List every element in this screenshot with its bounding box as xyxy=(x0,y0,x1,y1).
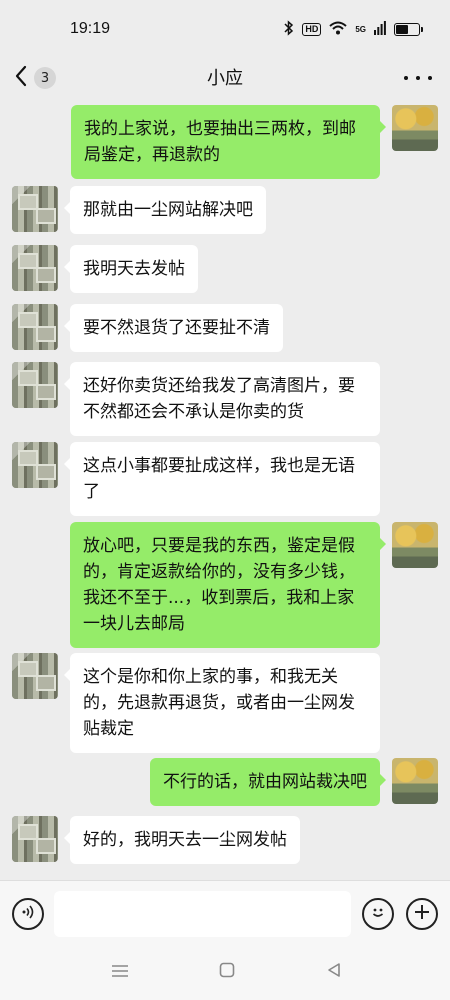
chat-title: 小应 xyxy=(207,68,243,89)
coins-avatar-image xyxy=(12,816,58,862)
status-bar: 19:19 HD 5G xyxy=(0,0,450,58)
tree-avatar-image xyxy=(392,105,438,151)
system-navigation-bar xyxy=(0,946,450,1000)
my-avatar[interactable] xyxy=(392,522,438,568)
message-bubble[interactable]: 好的，我明天去一尘网发帖 xyxy=(64,816,300,864)
status-icons: HD 5G xyxy=(284,19,423,39)
coins-avatar-image xyxy=(12,362,58,408)
contact-avatar[interactable] xyxy=(12,653,58,699)
plus-icon xyxy=(413,903,431,926)
my-avatar[interactable] xyxy=(392,105,438,151)
battery-icon xyxy=(394,22,423,36)
contact-avatar[interactable] xyxy=(12,245,58,291)
coins-avatar-image xyxy=(12,304,58,350)
more-options-button[interactable] xyxy=(404,66,432,90)
contact-avatar[interactable] xyxy=(12,816,58,862)
hd-badge: HD xyxy=(302,22,322,36)
more-actions-button[interactable] xyxy=(406,898,438,930)
recent-apps-button[interactable] xyxy=(108,960,132,984)
signal-icon xyxy=(374,20,386,38)
message-bubble[interactable]: 放心吧，只要是我的东西，鉴定是假的，肯定返款给你的，没有多少钱，我还不至于...… xyxy=(70,522,386,648)
message-list[interactable]: 我的上家说，也要抽出三两枚，到邮局鉴定，再退款的 那就由一尘网站解决吧 我明天去… xyxy=(0,98,450,880)
network-type-label: 5G xyxy=(355,24,366,34)
tree-avatar-image xyxy=(392,758,438,804)
coins-avatar-image xyxy=(12,653,58,699)
message-bubble[interactable]: 我的上家说，也要抽出三两枚，到邮局鉴定，再退款的 xyxy=(71,105,386,179)
message-input[interactable] xyxy=(54,891,351,937)
voice-button[interactable] xyxy=(12,898,44,930)
contact-avatar[interactable] xyxy=(12,442,58,488)
home-square-icon xyxy=(219,962,235,982)
wifi-icon xyxy=(329,21,347,38)
contact-avatar[interactable] xyxy=(12,362,58,408)
coins-avatar-image xyxy=(12,245,58,291)
triangle-back-icon xyxy=(326,962,342,982)
bluetooth-icon xyxy=(284,19,294,39)
message-bubble[interactable]: 这个是你和你上家的事，和我无关的，先退款再退货，或者由一尘网发贴裁定 xyxy=(64,653,380,753)
menu-lines-icon xyxy=(111,963,129,982)
emoji-icon xyxy=(368,902,388,926)
message-bubble[interactable]: 不行的话，就由网站裁决吧 xyxy=(150,758,386,806)
status-time: 19:19 xyxy=(70,20,111,37)
home-button[interactable] xyxy=(215,960,239,984)
emoji-button[interactable] xyxy=(362,898,394,930)
coins-avatar-image xyxy=(12,186,58,232)
tree-avatar-image xyxy=(392,522,438,568)
voice-icon xyxy=(20,904,36,924)
message-bubble[interactable]: 还好你卖货还给我发了高清图片，要不然都还会不承认是你卖的货 xyxy=(64,362,380,436)
message-bubble[interactable]: 这点小事都要扯成这样，我也是无语了 xyxy=(64,442,380,516)
input-bar xyxy=(0,880,450,946)
chat-header: 3 小应 xyxy=(0,58,450,98)
contact-avatar[interactable] xyxy=(12,304,58,350)
message-bubble[interactable]: 我明天去发帖 xyxy=(64,245,198,293)
more-dots-icon xyxy=(404,76,408,80)
battery-level xyxy=(396,24,409,34)
system-back-button[interactable] xyxy=(322,960,346,984)
message-bubble[interactable]: 要不然退货了还要扯不清 xyxy=(64,304,283,352)
my-avatar[interactable] xyxy=(392,758,438,804)
coins-avatar-image xyxy=(12,442,58,488)
message-bubble[interactable]: 那就由一尘网站解决吧 xyxy=(64,186,266,234)
contact-avatar[interactable] xyxy=(12,186,58,232)
